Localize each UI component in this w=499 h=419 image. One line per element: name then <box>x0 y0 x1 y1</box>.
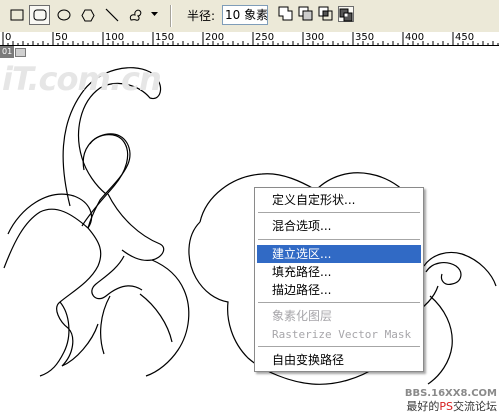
custom-shape-icon <box>129 9 141 21</box>
ampersand-path-outline <box>3 67 497 385</box>
polygon-icon <box>80 9 95 21</box>
line-tool-button[interactable] <box>101 5 122 25</box>
site-watermark: iT.com.cn <box>2 60 162 98</box>
rectangle-icon <box>10 9 23 21</box>
layer-mask-icon <box>15 47 27 57</box>
add-to-path-area-icon <box>278 6 293 21</box>
ruler-label: 0 <box>5 32 12 43</box>
menu-item-define-custom-shape[interactable]: 定义自定形状... <box>257 191 421 209</box>
options-toolbar: 半径: 10 象素 <box>0 0 499 33</box>
menu-item-rasterize-vector-mask: Rasterize Vector Mask <box>272 328 412 341</box>
menu-item-fill-path[interactable]: 填充路径... <box>257 263 421 281</box>
forum-caption-prefix: 最好的 <box>406 400 440 413</box>
exclude-overlapping-path-areas-icon <box>339 8 353 22</box>
custom-shape-tool-button[interactable] <box>125 5 146 25</box>
menu-separator <box>258 239 420 240</box>
chevron-down-icon[interactable] <box>151 12 158 17</box>
polygon-tool-button[interactable] <box>77 5 98 25</box>
ruler-label: 300 <box>305 32 325 43</box>
menu-item-rasterize-layer: 象素化图层 <box>272 309 333 323</box>
ruler-label: 450 <box>455 32 475 43</box>
ellipse-tool-button[interactable] <box>53 5 74 25</box>
radius-label: 半径: <box>187 9 216 23</box>
horizontal-ruler[interactable]: 0 50 100 150 200 250 300 350 400 450 <box>0 32 499 46</box>
ruler-label: 250 <box>255 32 275 43</box>
document-tab: 01 <box>0 46 27 58</box>
rectangle-tool-button[interactable] <box>6 5 27 25</box>
ruler-label: 400 <box>405 32 425 43</box>
menu-separator <box>258 302 420 303</box>
ruler-label: 50 <box>55 32 68 43</box>
forum-site: BBS.16XX8.COM <box>404 388 497 399</box>
intersect-path-areas-icon <box>318 6 333 21</box>
menu-item-make-selection[interactable]: 建立选区... <box>257 245 421 263</box>
menu-separator <box>258 346 420 347</box>
ruler-label: 100 <box>105 32 125 43</box>
rounded-rectangle-icon <box>33 9 46 21</box>
add-to-path-area-button[interactable] <box>278 6 294 22</box>
menu-item-free-transform-path[interactable]: 自由变换路径 <box>257 351 421 369</box>
line-icon <box>105 8 118 22</box>
ruler-label: 350 <box>355 32 375 43</box>
forum-caption: 最好的PS交流论坛 <box>405 400 497 414</box>
rounded-rectangle-tool-button[interactable] <box>29 5 50 25</box>
menu-item-stroke-path[interactable]: 描边路径... <box>257 281 421 299</box>
document-tab-number: 01 <box>0 46 15 58</box>
subtract-from-path-area-button[interactable] <box>298 6 314 22</box>
path-context-menu: 定义自定形状... 混合选项... 建立选区... 填充路径... 描边路径..… <box>254 187 424 372</box>
exclude-overlapping-path-areas-button[interactable] <box>338 6 354 22</box>
ruler-ticks <box>2 32 499 45</box>
document-canvas[interactable] <box>0 46 499 419</box>
menu-separator <box>258 212 420 213</box>
subtract-from-path-area-icon <box>298 6 313 21</box>
forum-watermark: BBS.16XX8.COM 最好的PS交流论坛 <box>405 388 497 414</box>
ruler-label: 200 <box>205 32 225 43</box>
intersect-path-areas-button[interactable] <box>318 6 334 22</box>
ruler-label: 150 <box>155 32 175 43</box>
toolbar-separator <box>170 5 172 27</box>
radius-input[interactable]: 10 象素 <box>222 5 268 25</box>
ellipse-icon <box>57 9 70 21</box>
menu-item-blending-options[interactable]: 混合选项... <box>257 217 421 235</box>
forum-caption-highlight: PS <box>439 400 453 413</box>
forum-caption-suffix: 交流论坛 <box>453 400 497 413</box>
